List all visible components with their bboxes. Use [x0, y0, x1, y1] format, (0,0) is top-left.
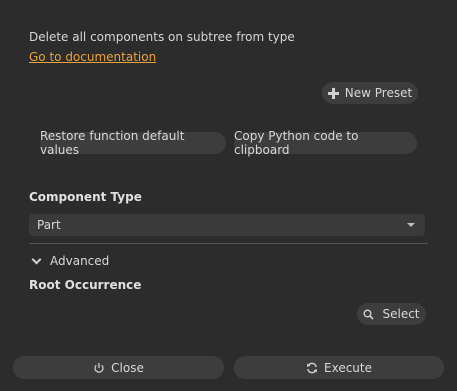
plus-icon — [327, 87, 339, 99]
refresh-icon — [307, 362, 317, 373]
component-type-label: Component Type — [29, 190, 142, 204]
divider — [29, 243, 428, 244]
advanced-label: Advanced — [50, 254, 110, 268]
advanced-toggle[interactable]: Advanced — [29, 254, 109, 268]
power-icon — [94, 362, 104, 373]
select-label: Select — [382, 307, 420, 321]
search-icon — [363, 309, 375, 320]
execute-button[interactable]: Execute — [234, 356, 444, 379]
documentation-link[interactable]: Go to documentation — [29, 50, 156, 64]
copy-python-button[interactable]: Copy Python code to clipboard — [234, 129, 417, 157]
select-button[interactable]: Select — [357, 303, 426, 325]
new-preset-button[interactable]: New Preset — [322, 82, 418, 104]
copy-python-label: Copy Python code to clipboard — [234, 129, 359, 157]
component-type-value: Part — [37, 218, 61, 232]
function-description: Delete all components on subtree from ty… — [29, 30, 295, 44]
restore-defaults-label: Restore function default values — [40, 129, 185, 157]
new-preset-label: New Preset — [344, 86, 413, 100]
chevron-down-icon — [31, 254, 42, 265]
component-type-select[interactable]: Part — [29, 214, 425, 236]
restore-defaults-button[interactable]: Restore function default values — [40, 129, 226, 157]
execute-label: Execute — [324, 360, 372, 375]
root-occurrence-label: Root Occurrence — [29, 278, 142, 292]
chevron-down-icon — [407, 223, 415, 227]
close-label: Close — [111, 360, 144, 375]
close-button[interactable]: Close — [13, 356, 224, 379]
